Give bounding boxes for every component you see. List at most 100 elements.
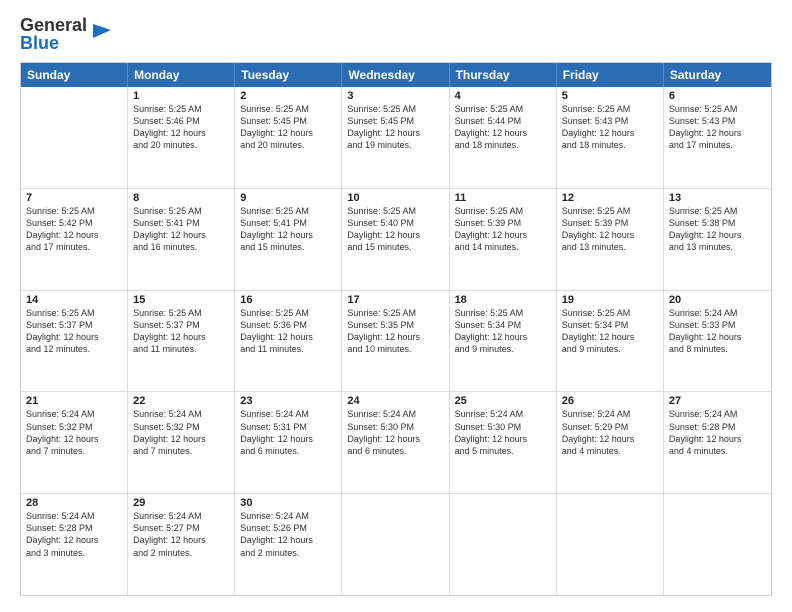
- calendar-cell: 9Sunrise: 5:25 AM Sunset: 5:41 PM Daylig…: [235, 189, 342, 290]
- day-number: 4: [455, 90, 551, 102]
- day-number: 10: [347, 192, 443, 204]
- day-number: 24: [347, 395, 443, 407]
- cell-info: Sunrise: 5:25 AM Sunset: 5:37 PM Dayligh…: [26, 307, 122, 356]
- calendar-cell: 8Sunrise: 5:25 AM Sunset: 5:41 PM Daylig…: [128, 189, 235, 290]
- calendar-cell: 27Sunrise: 5:24 AM Sunset: 5:28 PM Dayli…: [664, 392, 771, 493]
- calendar-cell: [557, 494, 664, 595]
- calendar-cell: 2Sunrise: 5:25 AM Sunset: 5:45 PM Daylig…: [235, 87, 342, 188]
- calendar: SundayMondayTuesdayWednesdayThursdayFrid…: [20, 62, 772, 596]
- calendar-week-2: 7Sunrise: 5:25 AM Sunset: 5:42 PM Daylig…: [21, 189, 771, 291]
- cell-info: Sunrise: 5:25 AM Sunset: 5:36 PM Dayligh…: [240, 307, 336, 356]
- cell-info: Sunrise: 5:24 AM Sunset: 5:29 PM Dayligh…: [562, 408, 658, 457]
- calendar-cell: 15Sunrise: 5:25 AM Sunset: 5:37 PM Dayli…: [128, 291, 235, 392]
- calendar-cell: 1Sunrise: 5:25 AM Sunset: 5:46 PM Daylig…: [128, 87, 235, 188]
- day-number: 28: [26, 497, 122, 509]
- calendar-cell: [21, 87, 128, 188]
- day-number: 12: [562, 192, 658, 204]
- calendar-cell: 25Sunrise: 5:24 AM Sunset: 5:30 PM Dayli…: [450, 392, 557, 493]
- calendar-cell: 29Sunrise: 5:24 AM Sunset: 5:27 PM Dayli…: [128, 494, 235, 595]
- calendar-cell: 3Sunrise: 5:25 AM Sunset: 5:45 PM Daylig…: [342, 87, 449, 188]
- day-number: 1: [133, 90, 229, 102]
- calendar-cell: 16Sunrise: 5:25 AM Sunset: 5:36 PM Dayli…: [235, 291, 342, 392]
- calendar-cell: 5Sunrise: 5:25 AM Sunset: 5:43 PM Daylig…: [557, 87, 664, 188]
- cell-info: Sunrise: 5:24 AM Sunset: 5:30 PM Dayligh…: [347, 408, 443, 457]
- calendar-week-3: 14Sunrise: 5:25 AM Sunset: 5:37 PM Dayli…: [21, 291, 771, 393]
- cell-info: Sunrise: 5:24 AM Sunset: 5:31 PM Dayligh…: [240, 408, 336, 457]
- calendar-cell: 10Sunrise: 5:25 AM Sunset: 5:40 PM Dayli…: [342, 189, 449, 290]
- calendar-cell: 26Sunrise: 5:24 AM Sunset: 5:29 PM Dayli…: [557, 392, 664, 493]
- logo: General Blue: [20, 16, 111, 52]
- day-number: 30: [240, 497, 336, 509]
- cell-info: Sunrise: 5:24 AM Sunset: 5:32 PM Dayligh…: [133, 408, 229, 457]
- calendar-cell: 11Sunrise: 5:25 AM Sunset: 5:39 PM Dayli…: [450, 189, 557, 290]
- day-of-week-friday: Friday: [557, 63, 664, 87]
- calendar-cell: 21Sunrise: 5:24 AM Sunset: 5:32 PM Dayli…: [21, 392, 128, 493]
- calendar-cell: 7Sunrise: 5:25 AM Sunset: 5:42 PM Daylig…: [21, 189, 128, 290]
- cell-info: Sunrise: 5:24 AM Sunset: 5:26 PM Dayligh…: [240, 510, 336, 559]
- cell-info: Sunrise: 5:25 AM Sunset: 5:38 PM Dayligh…: [669, 205, 766, 254]
- calendar-cell: 4Sunrise: 5:25 AM Sunset: 5:44 PM Daylig…: [450, 87, 557, 188]
- calendar-cell: 6Sunrise: 5:25 AM Sunset: 5:43 PM Daylig…: [664, 87, 771, 188]
- cell-info: Sunrise: 5:25 AM Sunset: 5:40 PM Dayligh…: [347, 205, 443, 254]
- page: General Blue SundayMondayTuesdayWednesda…: [0, 0, 792, 612]
- day-number: 26: [562, 395, 658, 407]
- calendar-week-1: 1Sunrise: 5:25 AM Sunset: 5:46 PM Daylig…: [21, 87, 771, 189]
- day-number: 7: [26, 192, 122, 204]
- calendar-week-4: 21Sunrise: 5:24 AM Sunset: 5:32 PM Dayli…: [21, 392, 771, 494]
- day-of-week-thursday: Thursday: [450, 63, 557, 87]
- cell-info: Sunrise: 5:25 AM Sunset: 5:35 PM Dayligh…: [347, 307, 443, 356]
- cell-info: Sunrise: 5:25 AM Sunset: 5:43 PM Dayligh…: [562, 103, 658, 152]
- day-of-week-saturday: Saturday: [664, 63, 771, 87]
- day-number: 25: [455, 395, 551, 407]
- cell-info: Sunrise: 5:25 AM Sunset: 5:34 PM Dayligh…: [562, 307, 658, 356]
- cell-info: Sunrise: 5:24 AM Sunset: 5:27 PM Dayligh…: [133, 510, 229, 559]
- calendar-cell: [664, 494, 771, 595]
- day-number: 15: [133, 294, 229, 306]
- cell-info: Sunrise: 5:25 AM Sunset: 5:45 PM Dayligh…: [347, 103, 443, 152]
- day-number: 19: [562, 294, 658, 306]
- logo-triangle-icon: [89, 20, 111, 48]
- cell-info: Sunrise: 5:25 AM Sunset: 5:41 PM Dayligh…: [133, 205, 229, 254]
- calendar-cell: 18Sunrise: 5:25 AM Sunset: 5:34 PM Dayli…: [450, 291, 557, 392]
- day-of-week-monday: Monday: [128, 63, 235, 87]
- cell-info: Sunrise: 5:25 AM Sunset: 5:39 PM Dayligh…: [455, 205, 551, 254]
- day-number: 18: [455, 294, 551, 306]
- cell-info: Sunrise: 5:25 AM Sunset: 5:42 PM Dayligh…: [26, 205, 122, 254]
- day-number: 16: [240, 294, 336, 306]
- calendar-cell: 22Sunrise: 5:24 AM Sunset: 5:32 PM Dayli…: [128, 392, 235, 493]
- day-number: 5: [562, 90, 658, 102]
- day-of-week-sunday: Sunday: [21, 63, 128, 87]
- day-number: 8: [133, 192, 229, 204]
- logo-general: General: [20, 16, 87, 34]
- cell-info: Sunrise: 5:24 AM Sunset: 5:28 PM Dayligh…: [669, 408, 766, 457]
- day-number: 13: [669, 192, 766, 204]
- cell-info: Sunrise: 5:25 AM Sunset: 5:41 PM Dayligh…: [240, 205, 336, 254]
- cell-info: Sunrise: 5:25 AM Sunset: 5:44 PM Dayligh…: [455, 103, 551, 152]
- day-number: 14: [26, 294, 122, 306]
- day-number: 27: [669, 395, 766, 407]
- cell-info: Sunrise: 5:25 AM Sunset: 5:46 PM Dayligh…: [133, 103, 229, 152]
- day-number: 29: [133, 497, 229, 509]
- cell-info: Sunrise: 5:24 AM Sunset: 5:33 PM Dayligh…: [669, 307, 766, 356]
- cell-info: Sunrise: 5:24 AM Sunset: 5:30 PM Dayligh…: [455, 408, 551, 457]
- calendar-cell: [342, 494, 449, 595]
- cell-info: Sunrise: 5:25 AM Sunset: 5:43 PM Dayligh…: [669, 103, 766, 152]
- day-number: 9: [240, 192, 336, 204]
- calendar-cell: 30Sunrise: 5:24 AM Sunset: 5:26 PM Dayli…: [235, 494, 342, 595]
- calendar-cell: 19Sunrise: 5:25 AM Sunset: 5:34 PM Dayli…: [557, 291, 664, 392]
- day-number: 11: [455, 192, 551, 204]
- calendar-cell: 28Sunrise: 5:24 AM Sunset: 5:28 PM Dayli…: [21, 494, 128, 595]
- day-number: 6: [669, 90, 766, 102]
- cell-info: Sunrise: 5:24 AM Sunset: 5:32 PM Dayligh…: [26, 408, 122, 457]
- day-number: 3: [347, 90, 443, 102]
- calendar-cell: 13Sunrise: 5:25 AM Sunset: 5:38 PM Dayli…: [664, 189, 771, 290]
- cell-info: Sunrise: 5:24 AM Sunset: 5:28 PM Dayligh…: [26, 510, 122, 559]
- calendar-cell: [450, 494, 557, 595]
- calendar-cell: 24Sunrise: 5:24 AM Sunset: 5:30 PM Dayli…: [342, 392, 449, 493]
- calendar-header: SundayMondayTuesdayWednesdayThursdayFrid…: [21, 63, 771, 87]
- day-number: 17: [347, 294, 443, 306]
- calendar-week-5: 28Sunrise: 5:24 AM Sunset: 5:28 PM Dayli…: [21, 494, 771, 595]
- calendar-cell: 12Sunrise: 5:25 AM Sunset: 5:39 PM Dayli…: [557, 189, 664, 290]
- day-of-week-tuesday: Tuesday: [235, 63, 342, 87]
- calendar-cell: 17Sunrise: 5:25 AM Sunset: 5:35 PM Dayli…: [342, 291, 449, 392]
